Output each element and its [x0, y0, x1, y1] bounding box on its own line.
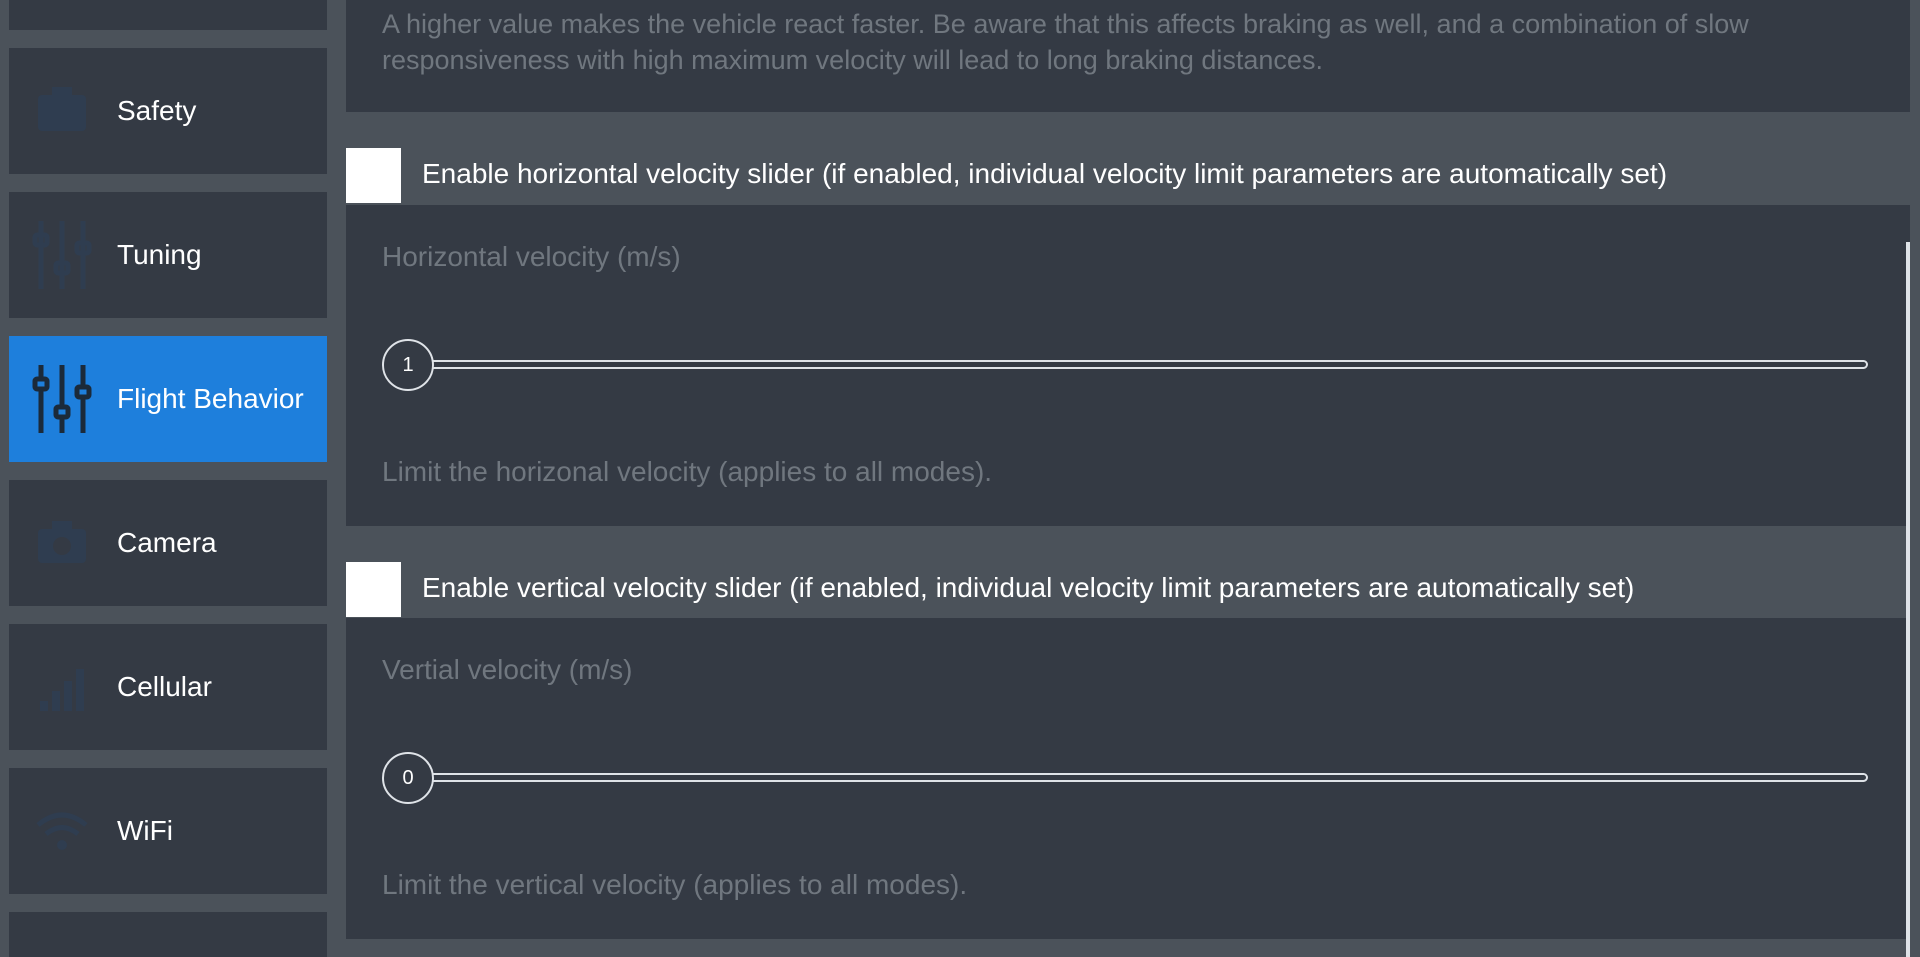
content-scrollbar[interactable] — [1906, 242, 1910, 957]
vertical-velocity-checkbox-label[interactable]: Enable vertical velocity slider (if enab… — [422, 572, 1634, 604]
responsiveness-description-panel: A higher value makes the vehicle react f… — [346, 0, 1910, 112]
horizontal-velocity-description: Limit the horizonal velocity (applies to… — [382, 456, 993, 487]
camera-icon — [29, 505, 95, 581]
sidebar-item-label: WiFi — [117, 815, 173, 846]
settings-sidebar: Safety Tuning Flight Behavior Camera Cel… — [0, 0, 336, 957]
sidebar-item-flight-behavior[interactable]: Flight Behavior — [9, 336, 327, 462]
sidebar-item-safety[interactable]: Safety — [9, 48, 327, 174]
safety-icon — [29, 73, 95, 149]
description-line-2: responsiveness with high maximum velocit… — [382, 45, 1323, 75]
sidebar-item-cellular[interactable]: Cellular — [9, 624, 327, 750]
vertical-velocity-toggle-row: Enable vertical velocity slider (if enab… — [346, 562, 1910, 622]
sidebar-item-camera[interactable]: Camera — [9, 480, 327, 606]
horizontal-velocity-panel: Horizontal velocity (m/s) 1 Limit the ho… — [346, 205, 1910, 526]
sidebar-item-label: Cellular — [117, 671, 212, 702]
horizontal-velocity-checkbox-label[interactable]: Enable horizontal velocity slider (if en… — [422, 158, 1667, 190]
sidebar-item-label: Camera — [117, 527, 217, 558]
horizontal-velocity-checkbox[interactable] — [346, 148, 401, 203]
description-line-1: A higher value makes the vehicle react f… — [382, 9, 1749, 39]
sidebar-item-label: Tuning — [117, 239, 202, 270]
signal-icon — [29, 649, 95, 725]
sidebar-item-label: Safety — [117, 95, 197, 126]
sidebar-item-partial-bottom[interactable] — [9, 912, 327, 957]
sliders-icon — [29, 361, 95, 437]
sidebar-item-wifi[interactable]: WiFi — [9, 768, 327, 894]
sidebar-item-label: Flight Behavior — [117, 383, 304, 414]
vertical-velocity-slider-track[interactable] — [426, 773, 1868, 782]
vertical-velocity-checkbox[interactable] — [346, 562, 401, 617]
sidebar-item-tuning[interactable]: Tuning — [9, 192, 327, 318]
vertical-velocity-panel: Vertial velocity (m/s) 0 Limit the verti… — [346, 618, 1910, 939]
vertical-velocity-description: Limit the vertical velocity (applies to … — [382, 869, 968, 900]
horizontal-velocity-slider-track[interactable] — [426, 360, 1868, 369]
flight-behavior-settings: A higher value makes the vehicle react f… — [346, 0, 1910, 957]
vertical-velocity-label: Vertial velocity (m/s) — [382, 654, 633, 685]
horizontal-velocity-toggle-row: Enable horizontal velocity slider (if en… — [346, 148, 1910, 208]
horizontal-velocity-slider-knob[interactable]: 1 — [382, 339, 434, 391]
horizontal-velocity-label: Horizontal velocity (m/s) — [382, 241, 681, 272]
sliders-icon — [29, 217, 95, 293]
sidebar-item-partial[interactable] — [9, 0, 327, 30]
wifi-icon — [29, 793, 95, 869]
vertical-velocity-slider-knob[interactable]: 0 — [382, 752, 434, 804]
